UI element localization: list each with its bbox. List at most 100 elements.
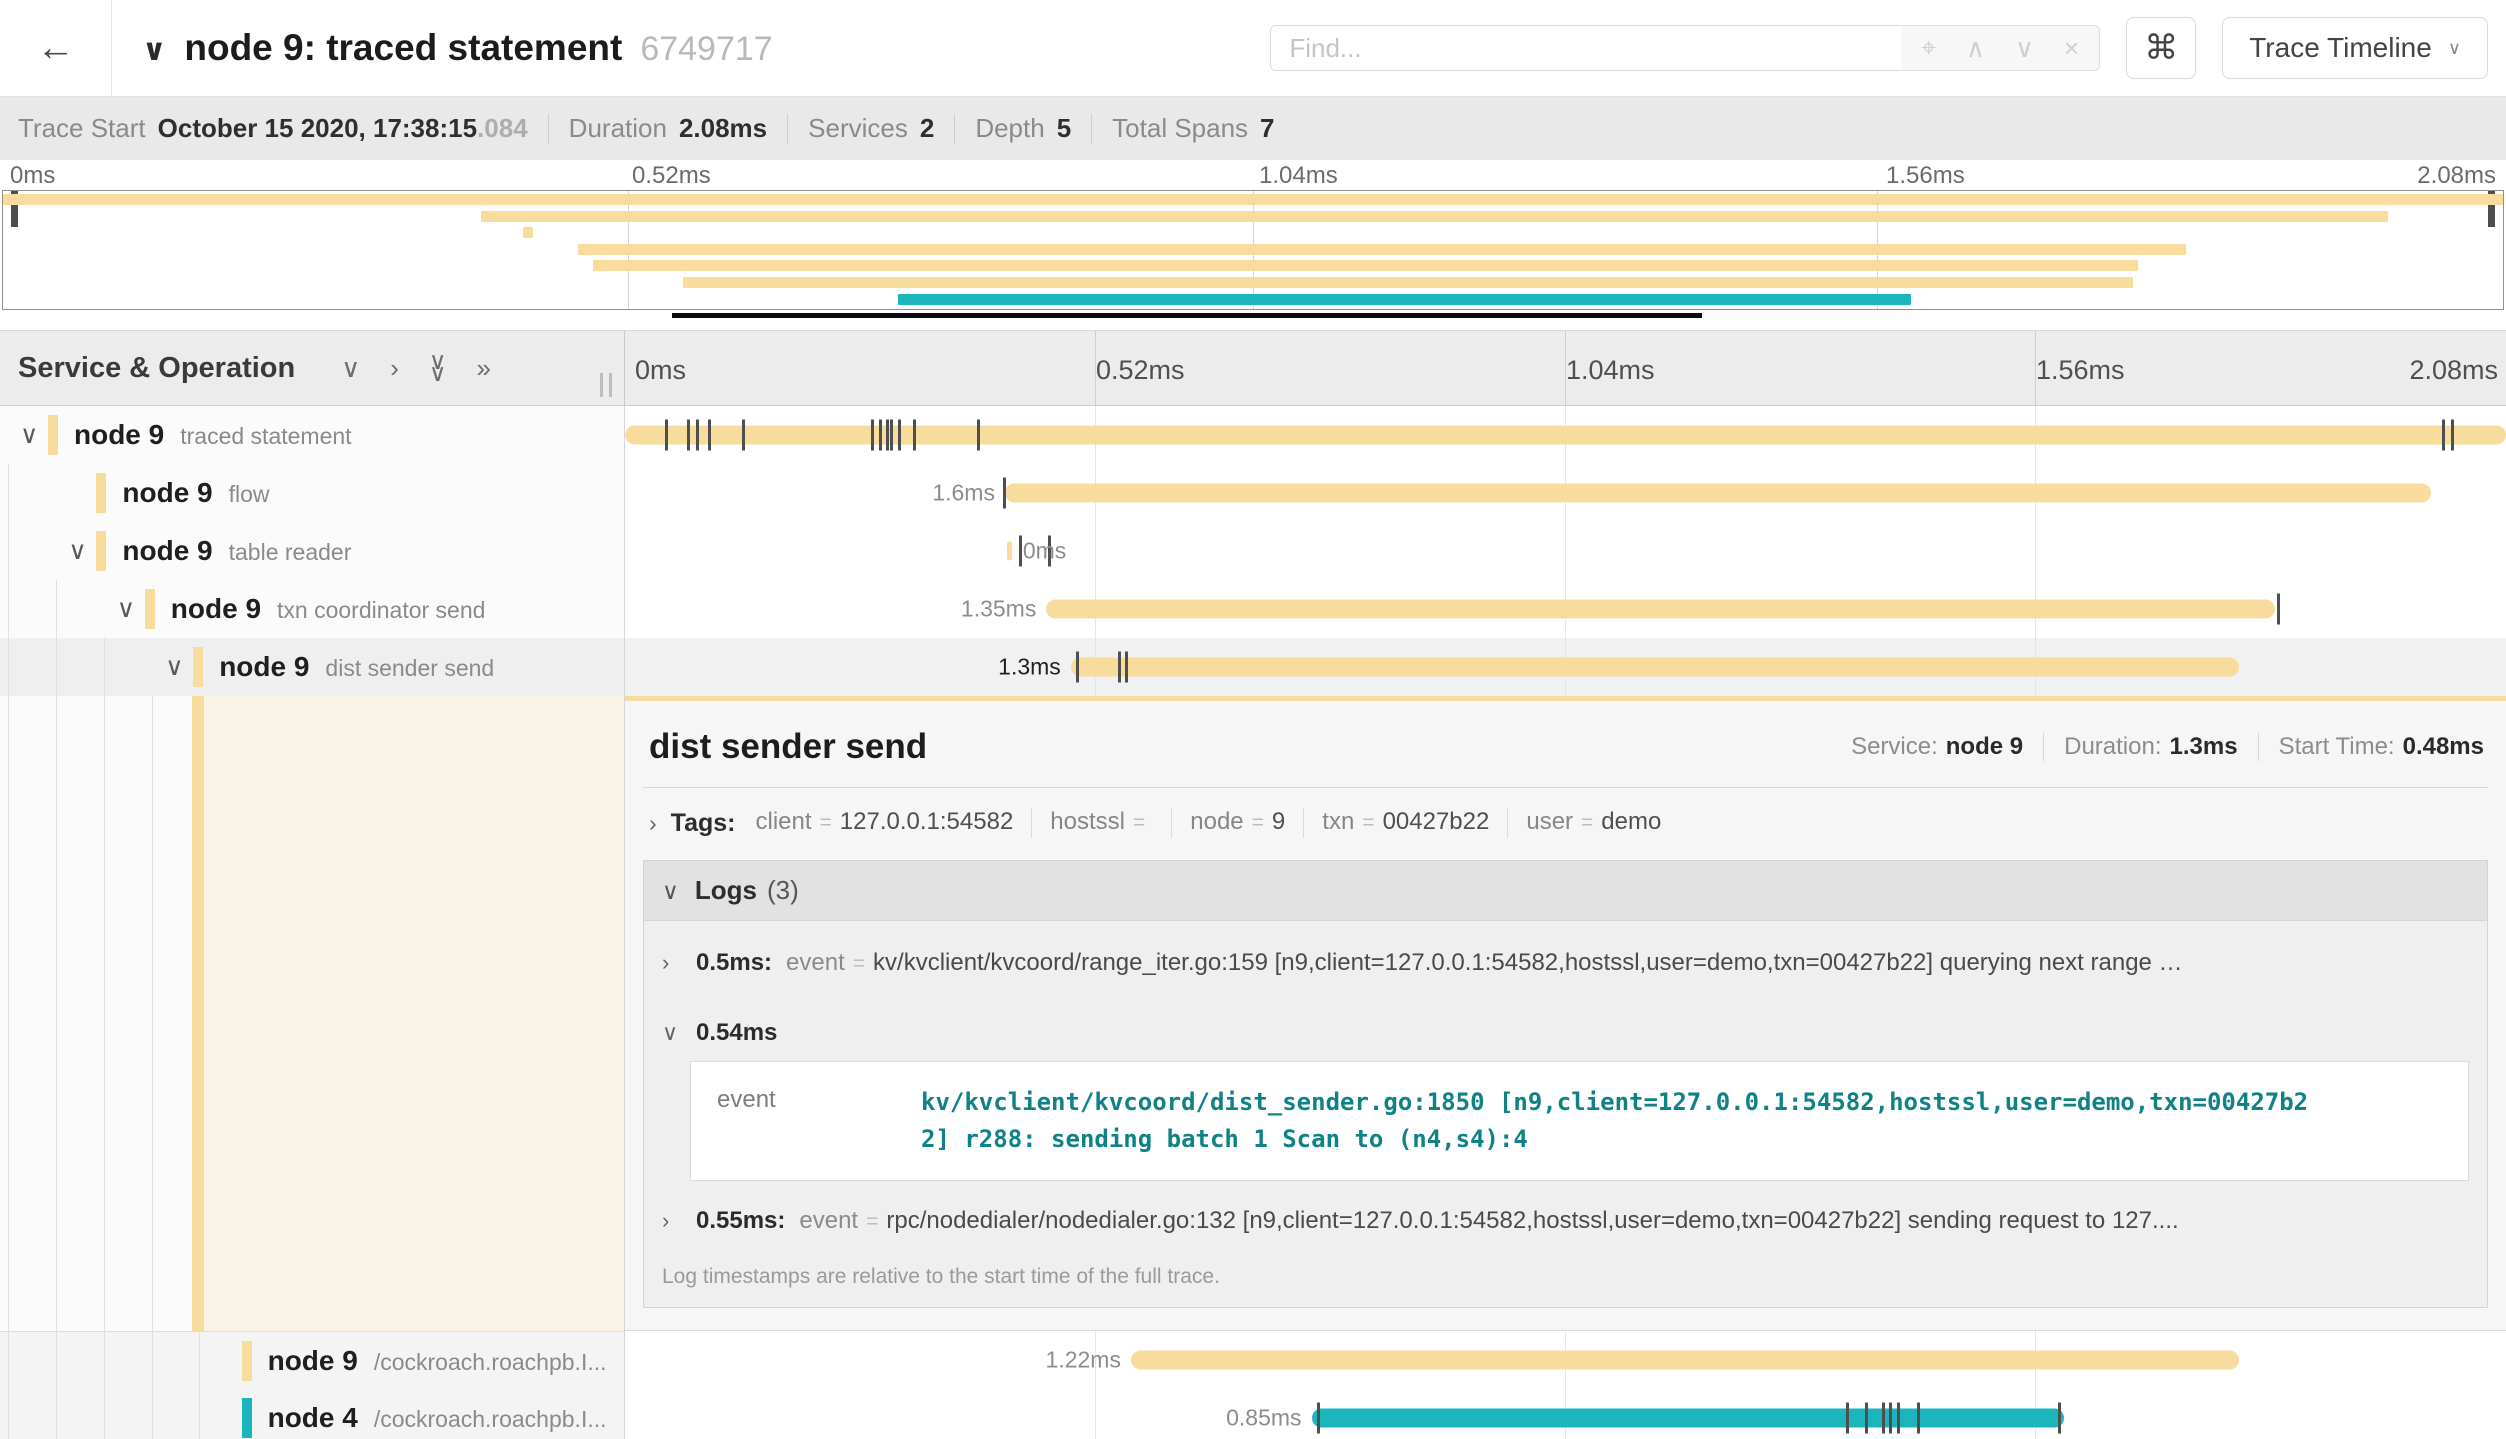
minimap-canvas[interactable] — [2, 190, 2504, 310]
span-row[interactable]: node 9flow 1.6ms — [0, 464, 2506, 522]
logs-header[interactable]: ∨ Logs (3) — [644, 861, 2487, 921]
span-timeline-cell[interactable]: 0ms — [625, 522, 2506, 580]
span-timeline-cell[interactable]: 1.35ms — [625, 580, 2506, 638]
equals-sign: = — [866, 1210, 878, 1234]
separator — [2043, 733, 2044, 761]
timeline-tick-label: 2.08ms — [2409, 355, 2498, 386]
trace-info-item: Services2 — [808, 113, 934, 144]
span-row[interactable]: ∨node 9dist sender send 1.3ms — [0, 638, 2506, 696]
span-rows-area: ∨node 9traced statementnode 9flow1.6ms∨n… — [0, 406, 2506, 1439]
find-prev-icon[interactable]: ∧ — [1966, 33, 1985, 64]
span-name: node 9traced statement — [74, 419, 352, 451]
log-event-tick — [1019, 536, 1022, 567]
span-duration-bar[interactable] — [625, 426, 2506, 445]
separator — [954, 114, 955, 144]
detail-meta-item: Start Time:0.48ms — [2279, 733, 2484, 761]
span-name-cell[interactable]: ∨node 9dist sender send — [0, 638, 625, 696]
tag-item: user=demo — [1526, 808, 1661, 836]
log-event-tick — [1917, 1403, 1920, 1434]
tags-label: Tags: — [671, 809, 736, 838]
span-row[interactable]: ∨node 9table reader 0ms — [0, 522, 2506, 580]
detail-header: dist sender send Service:node 9Duration:… — [643, 701, 2488, 787]
minimap-tick-labels: 0ms0.52ms1.04ms1.56ms2.08ms — [0, 160, 2506, 190]
span-duration-bar[interactable] — [1007, 542, 1013, 561]
span-name-cell[interactable]: ∨ node 9traced statement — [0, 406, 625, 464]
separator — [1091, 114, 1092, 144]
span-name-cell[interactable]: ∨node 9table reader — [0, 522, 625, 580]
span-timeline-cell[interactable]: 1.22ms — [625, 1331, 2506, 1389]
timeline-tick-label: 1.56ms — [2036, 355, 2125, 386]
log-key: event — [799, 1207, 858, 1235]
log-entry-3[interactable]: › 0.55ms: event = rpc/nodedialer/nodedia… — [644, 1197, 2487, 1249]
minimap-span-bar — [3, 194, 2503, 205]
span-name-cell[interactable]: node 9/cockroach.roachpb.I... — [0, 1331, 625, 1389]
chevron-right-icon: › — [662, 1208, 696, 1234]
log-event-tick — [1846, 1403, 1849, 1434]
detail-meta: Service:node 9Duration:1.3msStart Time:0… — [1851, 733, 2484, 761]
collapse-trace-icon[interactable]: ∨ — [142, 33, 166, 68]
view-selector-button[interactable]: Trace Timeline ∨ — [2222, 17, 2488, 79]
detail-meta-item: Service:node 9 — [1851, 733, 2023, 761]
service-color-bar — [242, 1398, 252, 1438]
span-duration-label: 1.35ms — [961, 596, 1036, 623]
expand-one-icon[interactable]: › — [390, 353, 399, 384]
separator — [548, 114, 549, 144]
span-name-cell[interactable]: node 9flow — [0, 464, 625, 522]
minimap-tick-label: 1.04ms — [1259, 162, 1338, 190]
log-entry-1[interactable]: › 0.5ms: event = kv/kvclient/kvcoord/ran… — [644, 921, 2487, 991]
find-next-icon[interactable]: ∨ — [2015, 33, 2034, 64]
log-event-tick — [890, 420, 893, 451]
span-row[interactable]: node 4/cockroach.roachpb.I...0.85ms — [0, 1389, 2506, 1439]
minimap-span-bar — [481, 211, 2389, 222]
service-color-bar — [242, 1341, 252, 1381]
log-event-tick — [1118, 652, 1121, 683]
span-name-cell[interactable]: node 4/cockroach.roachpb.I... — [0, 1389, 625, 1439]
page-title: node 9: traced statement — [184, 27, 622, 69]
chevron-down-icon[interactable]: ∨ — [117, 594, 135, 624]
log-field-key: event — [691, 1062, 921, 1180]
collapse-one-icon[interactable]: ∨ — [341, 353, 360, 384]
chevron-down-icon[interactable]: ∨ — [165, 652, 183, 682]
span-timeline-cell[interactable]: 1.3ms — [625, 638, 2506, 696]
span-row[interactable]: ∨ node 9traced statement — [0, 406, 2506, 464]
span-duration-bar[interactable] — [1131, 1351, 2239, 1370]
chevron-down-icon[interactable]: ∨ — [20, 420, 38, 450]
chevron-down-icon[interactable]: ∨ — [68, 536, 86, 566]
find-clear-icon[interactable]: × — [2064, 33, 2079, 64]
log-time: 0.55ms: — [696, 1207, 785, 1235]
timeline-header: Service & Operation ∨ › ∨∨ » 0ms0.52ms1.… — [0, 330, 2506, 406]
log-entry-2[interactable]: ∨ 0.54ms — [644, 991, 2487, 1051]
span-duration-label: 0ms — [1023, 538, 1066, 565]
separator — [1507, 808, 1508, 838]
span-timeline-cell[interactable]: 1.6ms — [625, 464, 2506, 522]
tree-controls: ∨ › ∨∨ » — [341, 353, 491, 384]
span-duration-label: 1.6ms — [932, 480, 995, 507]
keyboard-shortcuts-button[interactable]: ⌘ — [2126, 17, 2196, 79]
collapse-all-icon[interactable]: ∨∨ — [429, 356, 447, 380]
log-event-tick — [2451, 420, 2454, 451]
locate-icon[interactable]: ⌖ — [1921, 32, 1936, 64]
find-input[interactable] — [1271, 26, 1901, 70]
column-resize-grip[interactable] — [600, 373, 612, 397]
span-duration-bar[interactable] — [1071, 658, 2239, 677]
span-duration-label: 1.3ms — [998, 654, 1061, 681]
span-duration-bar[interactable] — [1046, 600, 2274, 619]
span-duration-bar[interactable] — [1005, 484, 2431, 503]
back-button[interactable]: ← — [0, 0, 112, 96]
expand-all-icon[interactable]: » — [477, 353, 491, 384]
span-name-cell[interactable]: ∨node 9txn coordinator send — [0, 580, 625, 638]
log-event-tick — [1125, 652, 1128, 683]
log-key: event — [786, 949, 845, 977]
span-duration-bar[interactable] — [1312, 1409, 2064, 1428]
log-event-tick — [871, 420, 874, 451]
log-event-tick — [2277, 594, 2280, 625]
span-row[interactable]: node 9/cockroach.roachpb.I...1.22ms — [0, 1331, 2506, 1389]
log-event-tick — [898, 420, 901, 451]
span-timeline-cell[interactable]: 0.85ms — [625, 1389, 2506, 1439]
tags-row[interactable]: › Tags: client=127.0.0.1:54582hostssl=no… — [643, 788, 2488, 858]
horizontal-scroll-indicator[interactable] — [672, 313, 1702, 318]
span-timeline-cell[interactable] — [625, 406, 2506, 464]
nav-right-controls: ⌖ ∧ ∨ × ⌘ Trace Timeline ∨ — [1270, 17, 2488, 79]
span-row[interactable]: ∨node 9txn coordinator send 1.35ms — [0, 580, 2506, 638]
separator — [1171, 808, 1172, 838]
